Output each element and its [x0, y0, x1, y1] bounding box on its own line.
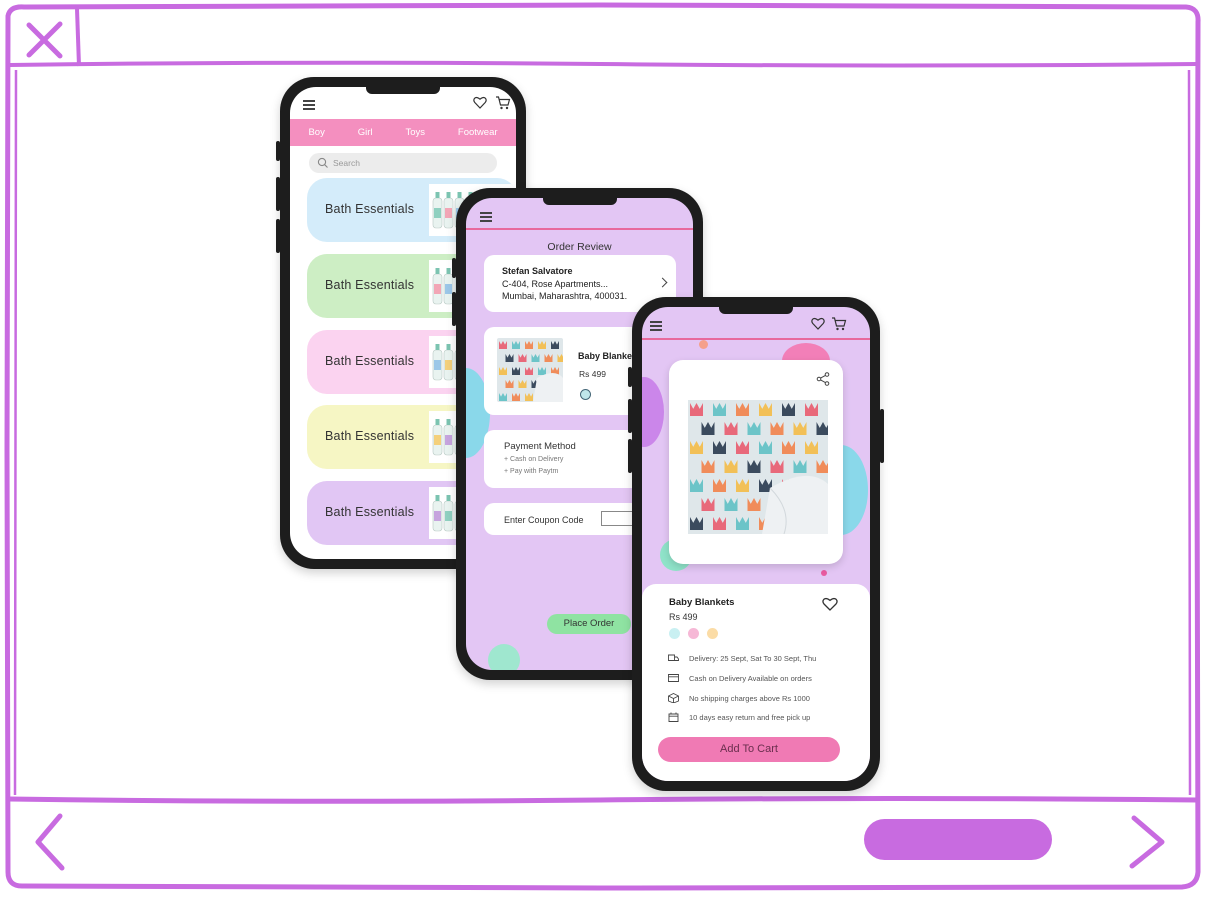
truck-icon	[668, 654, 679, 661]
payment-option-paytm[interactable]: + Pay with Paytm	[504, 468, 558, 475]
scrollbar-thumb[interactable]	[864, 819, 1052, 860]
heart-icon[interactable]	[473, 96, 487, 109]
heart-icon[interactable]	[811, 317, 825, 330]
item-name: Baby Blankets	[578, 351, 641, 361]
product-name: Baby Blankets	[669, 597, 735, 608]
category-label: Bath Essentials	[325, 278, 415, 292]
search-input[interactable]: Search	[309, 153, 497, 173]
tab-girl[interactable]: Girl	[358, 127, 373, 138]
payment-option-cod[interactable]: + Cash on Delivery	[504, 456, 563, 463]
tab-footwear[interactable]: Footwear	[458, 127, 498, 138]
color-swatch-1[interactable]	[669, 628, 680, 639]
color-swatch-2[interactable]	[688, 628, 699, 639]
delivery-info-text: Delivery: 25 Sept, Sat To 30 Sept, Thu	[689, 654, 817, 663]
canvas: Boy Girl Toys Footwear Search Bath Essen…	[0, 0, 1210, 900]
menu-icon[interactable]	[480, 212, 492, 222]
delivery-info-text: Cash on Delivery Available on orders	[689, 674, 812, 683]
tab-boy[interactable]: Boy	[308, 127, 324, 138]
category-label: Bath Essentials	[325, 429, 415, 443]
place-order-button[interactable]: Place Order	[547, 614, 631, 634]
delivery-info-text: 10 days easy return and free pick up	[689, 713, 811, 722]
category-label: Bath Essentials	[325, 202, 415, 216]
cart-icon[interactable]	[831, 317, 847, 331]
phone3-screen: Baby Blankets Rs 499 Delivery: 25 Sept, …	[642, 307, 870, 781]
coupon-label: Enter Coupon Code	[504, 515, 584, 525]
chevron-right-icon[interactable]	[657, 277, 668, 288]
address-name: Stefan Salvatore	[502, 266, 573, 276]
chevron-right-icon	[1129, 815, 1165, 869]
box-icon	[668, 693, 679, 703]
tab-toys[interactable]: Toys	[405, 127, 425, 138]
add-to-cart-button[interactable]: Add To Cart	[658, 737, 840, 762]
product-image-card	[669, 360, 843, 564]
share-icon[interactable]	[816, 372, 830, 386]
forward-button[interactable]	[1120, 808, 1170, 878]
menu-icon[interactable]	[303, 100, 315, 110]
cart-icon[interactable]	[495, 96, 511, 110]
card-icon	[668, 674, 679, 682]
phone-product-screen: Baby Blankets Rs 499 Delivery: 25 Sept, …	[628, 297, 884, 791]
page-title: Order Review	[547, 241, 612, 253]
address-line1: C-404, Rose Apartments...	[502, 279, 609, 289]
back-button[interactable]	[22, 808, 72, 878]
search-placeholder: Search	[333, 158, 360, 168]
close-icon	[26, 21, 63, 59]
category-label: Bath Essentials	[325, 505, 415, 519]
category-label: Bath Essentials	[325, 354, 415, 368]
product-price: Rs 499	[669, 612, 698, 622]
menu-icon[interactable]	[650, 321, 662, 331]
color-swatch[interactable]	[580, 389, 591, 400]
address-line2: Mumbai, Maharashtra, 400031.	[502, 291, 628, 301]
calendar-icon	[668, 712, 679, 722]
close-button[interactable]	[14, 12, 76, 66]
payment-title: Payment Method	[504, 441, 576, 452]
blanket-thumbnail	[497, 338, 563, 402]
wishlist-heart-icon[interactable]	[822, 597, 838, 611]
search-icon	[317, 157, 328, 168]
item-price: Rs 499	[579, 369, 606, 379]
blanket-product-image	[688, 400, 828, 534]
delivery-info-text: No shipping charges above Rs 1000	[689, 694, 810, 703]
color-swatch-3[interactable]	[707, 628, 718, 639]
chevron-left-icon	[35, 813, 65, 871]
category-tabs: Boy Girl Toys Footwear	[290, 119, 516, 146]
